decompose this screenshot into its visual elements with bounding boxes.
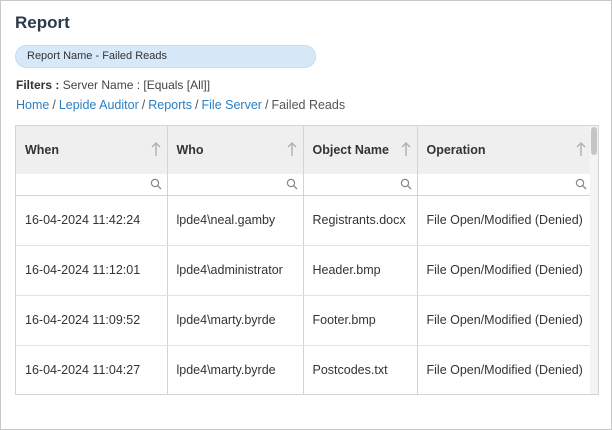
breadcrumb-lepide-auditor[interactable]: Lepide Auditor — [59, 98, 139, 112]
vertical-scrollbar[interactable] — [590, 126, 598, 394]
cell-when: 16-04-2024 11:09:52 — [16, 295, 168, 346]
table-header-row: When Who Object Name Operation — [16, 126, 593, 174]
cell-object-name: Header.bmp — [303, 245, 418, 296]
cell-when: 16-04-2024 11:04:27 — [16, 345, 168, 394]
search-icon[interactable] — [286, 178, 298, 190]
report-name-badge: Report Name - Failed Reads — [15, 45, 316, 68]
breadcrumb: Home / Lepide Auditor / Reports / File Server /… — [16, 98, 345, 112]
arrow-up-icon[interactable] — [151, 141, 161, 157]
breadcrumb-current: Failed Reads — [271, 98, 346, 112]
search-icon[interactable] — [575, 178, 587, 190]
column-title: Object Name — [312, 143, 389, 157]
cell-operation: File Open/Modified (Denied) — [417, 295, 593, 346]
column-title: Who — [176, 143, 204, 157]
cell-who: lpde4\neal.gamby — [167, 195, 304, 246]
table-row[interactable]: 16-04-2024 11:12:01 lpde4\administrator … — [16, 245, 593, 296]
table-filter-row — [16, 174, 593, 196]
breadcrumb-separator: / — [141, 98, 146, 112]
column-header-object-name[interactable]: Object Name — [303, 126, 418, 174]
column-title: Operation — [426, 143, 486, 157]
cell-object-name: Postcodes.txt — [303, 345, 418, 394]
breadcrumb-reports[interactable]: Reports — [148, 98, 192, 112]
cell-who: lpde4\marty.byrde — [167, 295, 304, 346]
table-row[interactable]: 16-04-2024 11:09:52 lpde4\marty.byrde Fo… — [16, 295, 593, 346]
breadcrumb-file-server[interactable]: File Server — [202, 98, 262, 112]
search-icon[interactable] — [400, 178, 412, 190]
table-row[interactable]: 16-04-2024 11:42:24 lpde4\neal.gamby Reg… — [16, 195, 593, 246]
filter-cell-object-name[interactable] — [303, 174, 418, 196]
cell-object-name: Registrants.docx — [303, 195, 418, 246]
breadcrumb-separator: / — [264, 98, 269, 112]
cell-operation: File Open/Modified (Denied) — [417, 195, 593, 246]
scrollbar-thumb[interactable] — [591, 127, 597, 155]
arrow-up-icon[interactable] — [287, 141, 297, 157]
filter-cell-operation[interactable] — [417, 174, 593, 196]
page-title: Report — [15, 13, 70, 32]
filters-label: Filters : — [16, 78, 60, 92]
arrow-up-icon[interactable] — [401, 141, 411, 157]
column-header-operation[interactable]: Operation — [417, 126, 593, 174]
cell-when: 16-04-2024 11:42:24 — [16, 195, 168, 246]
filters-value: Server Name : [Equals [All]] — [62, 78, 211, 92]
cell-who: lpde4\marty.byrde — [167, 345, 304, 394]
cell-who: lpde4\administrator — [167, 245, 304, 296]
report-window: Report Report Name - Failed Reads Filter… — [0, 0, 612, 430]
filters-summary: Filters : Server Name : [Equals [All]] — [16, 78, 210, 92]
arrow-up-icon[interactable] — [576, 141, 586, 157]
report-table: When Who Object Name Operation 16-04-202… — [16, 126, 593, 394]
cell-operation: File Open/Modified (Denied) — [417, 245, 593, 296]
cell-operation: File Open/Modified (Denied) — [417, 345, 593, 394]
report-grid: When Who Object Name Operation 16-04-202… — [15, 125, 599, 395]
breadcrumb-separator: / — [195, 98, 199, 112]
column-title: When — [25, 143, 60, 157]
cell-when: 16-04-2024 11:12:01 — [16, 245, 168, 296]
cell-object-name: Footer.bmp — [303, 295, 418, 346]
breadcrumb-home[interactable]: Home — [16, 98, 49, 112]
table-row[interactable]: 16-04-2024 11:04:27 lpde4\marty.byrde Po… — [16, 345, 593, 394]
column-header-who[interactable]: Who — [167, 126, 304, 174]
filter-cell-when[interactable] — [16, 174, 168, 196]
search-icon[interactable] — [150, 178, 162, 190]
filter-cell-who[interactable] — [167, 174, 304, 196]
breadcrumb-separator: / — [52, 98, 56, 112]
column-header-when[interactable]: When — [16, 126, 168, 174]
